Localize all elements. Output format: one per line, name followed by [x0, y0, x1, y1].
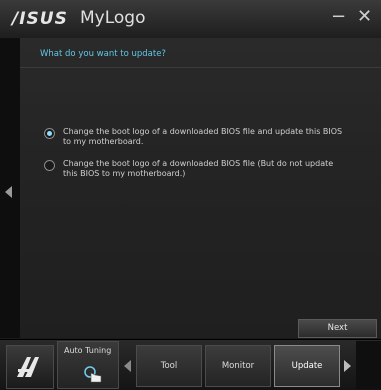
chevron-right-icon[interactable]	[344, 360, 351, 372]
option-update-bios-label: Change the boot logo of a downloaded BIO…	[63, 127, 343, 146]
hand-pointer-icon	[84, 366, 102, 383]
nav-update-button[interactable]: Update	[274, 345, 340, 387]
next-button[interactable]: Next	[298, 319, 377, 338]
auto-tuning-button[interactable]: Auto Tuning	[57, 341, 119, 389]
ai-suite-logo-icon	[17, 357, 39, 377]
content-panel	[20, 38, 381, 338]
nav-monitor-button[interactable]: Monitor	[205, 345, 271, 387]
asus-logo: /ISUS	[12, 9, 68, 29]
mylogo-window: /ISUS MyLogo − ✕ What do you want to upd…	[0, 0, 381, 390]
ai-suite-logo-button[interactable]	[6, 345, 54, 389]
title-bar: /ISUS MyLogo − ✕	[0, 0, 381, 39]
option-no-update-label: Change the boot logo of a downloaded BIO…	[63, 159, 334, 178]
auto-tuning-label: Auto Tuning	[64, 346, 112, 355]
minimize-button[interactable]: −	[331, 8, 346, 26]
nav-tool-button[interactable]: Tool	[136, 345, 202, 387]
chevron-left-icon[interactable]	[124, 360, 131, 372]
question-text: What do you want to update?	[40, 49, 166, 59]
close-button[interactable]: ✕	[357, 8, 372, 26]
right-nav-edge	[356, 341, 381, 389]
chevron-left-icon[interactable]	[5, 186, 12, 198]
question-header: What do you want to update?	[20, 45, 381, 68]
window-title: MyLogo	[80, 8, 146, 28]
radio-no-update[interactable]	[44, 160, 55, 171]
radio-update-bios[interactable]	[44, 128, 55, 139]
